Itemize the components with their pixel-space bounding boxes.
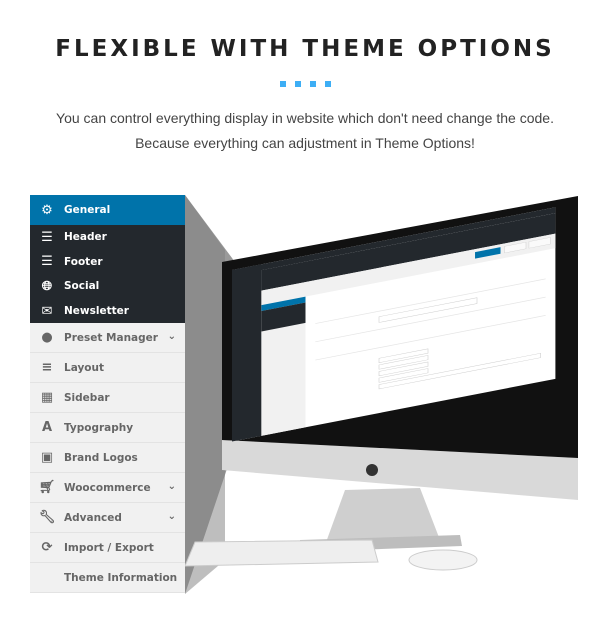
wrench-icon: 🔧︎	[38, 510, 56, 526]
sidebar-item-label: General	[64, 204, 111, 216]
sidebar-item-import-export[interactable]: ⟳ Import / Export	[30, 533, 185, 564]
sidebar-item-brand-logos[interactable]: ▣ Brand Logos	[30, 443, 185, 474]
image-icon: ▣	[40, 450, 54, 466]
sidebar-item-woocommerce[interactable]: 🛒︎ Woocommerce ⌄	[30, 473, 185, 504]
grid-icon: ▦	[40, 390, 54, 406]
sidebar-item-label: Preset Manager	[64, 331, 158, 344]
sidebar-item-label: Sidebar	[64, 391, 110, 404]
sidebar-item-typography[interactable]: A Typography	[30, 413, 185, 444]
apple-logo-icon	[366, 464, 378, 476]
sidebar-item-label: Brand Logos	[64, 451, 138, 464]
font-icon: A	[41, 420, 53, 436]
sidebar-item-label: Typography	[64, 421, 134, 434]
sidebar-item-sidebar[interactable]: ▦ Sidebar	[30, 383, 185, 414]
sidebar-item-label: Woocommerce	[64, 481, 151, 494]
sidebar-item-label: Import / Export	[64, 541, 154, 554]
sidebar-item-label: Footer	[64, 255, 103, 268]
refresh-icon: ⟳	[41, 540, 53, 556]
chevron-down-icon[interactable]: ⌄	[168, 511, 176, 522]
cart-icon: 🛒︎	[38, 480, 56, 496]
drop-icon: ●	[41, 330, 53, 346]
chevron-down-icon[interactable]: ⌄	[168, 331, 176, 342]
header-icon: ☰	[41, 229, 53, 245]
sidebar-item-layout[interactable]: ≡ Layout	[30, 353, 185, 384]
envelope-icon: ✉	[41, 303, 53, 319]
gear-icon: ⚙	[41, 202, 53, 218]
sidebar-item-label: Layout	[64, 361, 105, 374]
footer-icon: ☰	[41, 254, 53, 270]
sidebar-item-advanced[interactable]: 🔧︎ Advanced ⌄	[30, 503, 185, 534]
sidebar-item-general[interactable]: ⚙ General	[30, 195, 185, 225]
sidebar-item-header[interactable]: ☰ Header	[30, 225, 185, 250]
sidebar-item-preset-manager[interactable]: ● Preset Manager ⌄	[30, 323, 185, 354]
sidebar-item-footer[interactable]: ☰ Footer	[30, 249, 185, 275]
globe-icon: 🌐︎	[41, 278, 53, 294]
sidebar-item-social[interactable]: 🌐︎ Social	[30, 274, 185, 299]
sidebar-item-theme-information[interactable]: Theme Information	[30, 563, 185, 594]
sidebar-item-label: Header	[64, 231, 107, 244]
sidebar-item-newsletter[interactable]: ✉ Newsletter	[30, 298, 185, 324]
sidebar-item-label: Theme Information	[64, 571, 178, 584]
chevron-down-icon[interactable]: ⌄	[168, 481, 176, 492]
layout-icon: ≡	[41, 360, 53, 376]
keyboard	[184, 539, 379, 567]
sidebar-item-label: Social	[64, 280, 100, 293]
mouse	[408, 549, 478, 571]
sidebar-item-label: Newsletter	[64, 305, 129, 318]
theme-options-sidebar: ⚙ General ☰ Header ☰ Footer 🌐︎ Social ✉ Newslette…	[30, 195, 185, 594]
sidebar-item-label: Advanced	[64, 511, 122, 524]
